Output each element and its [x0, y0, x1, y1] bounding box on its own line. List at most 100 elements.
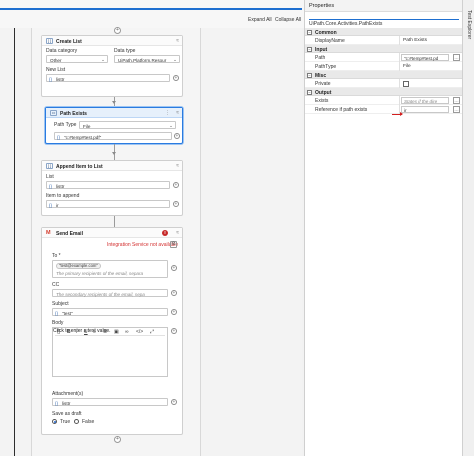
collapse-minus-icon[interactable]: −: [307, 29, 312, 35]
collapse-minus-icon[interactable]: −: [307, 72, 312, 78]
activity-type-label: UiPath.Core.Activities.PathExists: [309, 21, 383, 27]
ellipsis-button[interactable]: …: [453, 106, 460, 113]
more-options-icon[interactable]: ⋮: [165, 110, 170, 116]
data-type-select[interactable]: UiPath.Platform.Resour ⌄: [114, 55, 180, 63]
collapse-minus-icon[interactable]: −: [307, 89, 312, 95]
false-label: False: [82, 419, 95, 425]
add-variable-icon[interactable]: +: [173, 182, 179, 188]
cc-field[interactable]: The secondary recipients of the email, s…: [52, 289, 168, 297]
property-name: Exists: [315, 98, 329, 104]
list-icon: [ ]: [46, 163, 53, 169]
recipient-chip[interactable]: "test@example.com": [56, 263, 101, 269]
bold-icon[interactable]: B: [67, 329, 71, 335]
property-row-displayname[interactable]: DisplayName Path Exists: [305, 36, 463, 45]
send-email-card[interactable]: M Send Email ! ≈ Integration Service not…: [41, 227, 183, 435]
add-variable-icon[interactable]: +: [173, 75, 179, 81]
save-draft-false-radio[interactable]: [74, 419, 79, 424]
gear-icon[interactable]: ⚙: [170, 241, 177, 248]
add-variable-icon[interactable]: +: [171, 399, 177, 405]
expand-editor-icon[interactable]: ⤢: [150, 329, 154, 335]
category-common[interactable]: − Common: [305, 28, 463, 36]
reference-property-input[interactable]: ir: [401, 106, 449, 113]
connector-arrow-icon: [112, 101, 116, 104]
collapse-chevron-icon[interactable]: ≈: [176, 38, 179, 44]
category-label: Output: [315, 89, 332, 96]
gmail-icon: M: [46, 230, 51, 236]
right-side-strip: Test Explorer: [462, 0, 474, 456]
variable-brace-icon: {}: [55, 310, 59, 316]
ellipsis-button[interactable]: …: [453, 54, 460, 61]
body-editor[interactable]: {} B I U ≡ ≣ ▣ ∞ </> ⤢ Click to enter a …: [52, 327, 168, 377]
property-value[interactable]: Path Exists: [403, 38, 427, 43]
property-row-private[interactable]: Private: [305, 79, 463, 88]
link-icon[interactable]: ∞: [125, 329, 129, 335]
toolbar-accent-line: [0, 8, 302, 10]
subject-value: "test": [62, 310, 73, 316]
to-field[interactable]: "test@example.com" The primary recipient…: [52, 260, 168, 278]
property-row-reference[interactable]: Reference if path exists ir …: [305, 105, 463, 114]
image-icon[interactable]: ▣: [114, 329, 119, 335]
chevron-down-icon: ⌄: [173, 57, 177, 62]
expand-all-button[interactable]: Expand All: [248, 17, 272, 23]
annotation-arrow-head-icon: [400, 112, 403, 116]
collapse-minus-icon[interactable]: −: [307, 46, 312, 52]
path-exists-card[interactable]: ▭ Path Exists ⋮ ≈ Path Type File ⌄ {} "c…: [45, 107, 183, 144]
property-placeholder: States if the dire: [404, 98, 438, 104]
add-activity-bottom-icon[interactable]: +: [114, 436, 121, 443]
append-item-card[interactable]: [ ] Append Item to List ≈ List {} listtr…: [41, 160, 183, 216]
list-field[interactable]: {} listtr: [46, 181, 170, 189]
add-variable-icon[interactable]: +: [171, 265, 177, 271]
property-row-path[interactable]: Path "c:#temp#test.pd …: [305, 53, 463, 62]
exists-property-input[interactable]: States if the dire: [401, 97, 449, 104]
variable-brace-icon[interactable]: {}: [57, 329, 60, 335]
collapse-chevron-icon[interactable]: ≈: [176, 110, 179, 116]
data-type-label: Data type: [114, 48, 136, 54]
property-row-exists[interactable]: Exists States if the dire …: [305, 96, 463, 105]
test-explorer-tab[interactable]: Test Explorer: [466, 10, 472, 39]
bullet-list-icon[interactable]: ≡: [93, 329, 96, 335]
properties-panel: Properties UiPath.Core.Activities.PathEx…: [304, 0, 463, 456]
category-input[interactable]: − Input: [305, 45, 463, 53]
chevron-down-icon: ⌄: [169, 123, 173, 128]
collapse-all-button[interactable]: Collapse All: [275, 17, 301, 23]
attachments-field[interactable]: {} listtr: [52, 398, 168, 406]
save-draft-true-radio[interactable]: [52, 419, 57, 424]
data-category-label: Data category: [46, 48, 78, 54]
body-format-toolbar: {} B I U ≡ ≣ ▣ ∞ </> ⤢: [55, 329, 165, 336]
chevron-down-icon: ⌄: [101, 57, 105, 62]
category-label: Misc: [315, 72, 327, 79]
add-variable-icon[interactable]: +: [171, 309, 177, 315]
new-list-field[interactable]: {} listtr: [46, 74, 170, 82]
add-variable-icon[interactable]: +: [171, 290, 177, 296]
collapse-chevron-icon[interactable]: ≈: [176, 163, 179, 169]
subject-field[interactable]: {} "test": [52, 308, 168, 316]
path-type-select[interactable]: File ⌄: [79, 121, 176, 129]
category-misc[interactable]: − Misc: [305, 71, 463, 79]
italic-icon[interactable]: I: [76, 329, 77, 335]
create-list-card[interactable]: [ ] Create List ≈ Data category Other ⌄ …: [41, 35, 183, 97]
property-row-pathtype[interactable]: PathType File: [305, 62, 463, 71]
underline-icon[interactable]: U: [84, 329, 88, 335]
add-activity-top-icon[interactable]: +: [114, 27, 121, 34]
to-label: To *: [52, 253, 61, 259]
property-name: Private: [315, 81, 331, 87]
collapse-chevron-icon[interactable]: ≈: [176, 230, 179, 236]
data-category-select[interactable]: Other ⌄: [46, 55, 108, 63]
path-property-input[interactable]: "c:#temp#test.pd: [401, 54, 449, 61]
path-field[interactable]: {} "c:#temp#test.pdf": [54, 132, 172, 140]
code-icon[interactable]: </>: [136, 329, 143, 335]
add-variable-icon[interactable]: +: [171, 328, 177, 334]
properties-search-input[interactable]: [309, 12, 459, 20]
numbered-list-icon[interactable]: ≣: [103, 329, 107, 335]
add-variable-icon[interactable]: +: [174, 133, 180, 139]
category-label: Input: [315, 46, 328, 53]
error-icon[interactable]: !: [162, 229, 168, 236]
card-title: Append Item to List: [56, 164, 103, 170]
private-checkbox[interactable]: [403, 80, 409, 87]
add-variable-icon[interactable]: +: [173, 201, 179, 207]
item-to-append-field[interactable]: {} ir: [46, 200, 170, 208]
item-to-append-label: Item to append: [46, 193, 80, 199]
category-output[interactable]: − Output: [305, 88, 463, 96]
property-value[interactable]: File: [403, 64, 411, 69]
ellipsis-button[interactable]: …: [453, 97, 460, 104]
